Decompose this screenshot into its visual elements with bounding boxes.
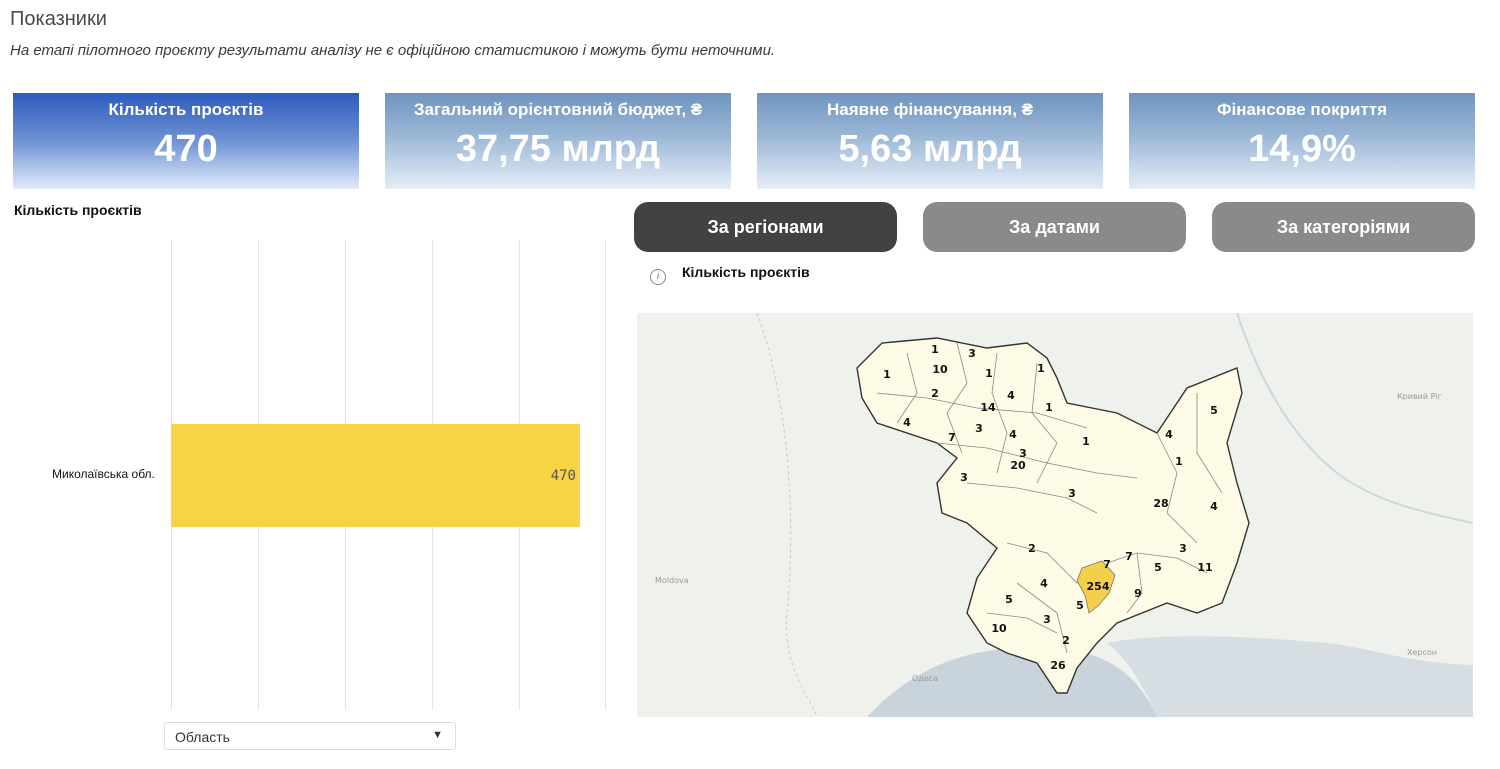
region-count: 1	[1037, 362, 1045, 375]
region-count: 7	[1125, 550, 1133, 563]
region-count: 26	[1050, 659, 1066, 672]
region-count: 9	[1134, 587, 1142, 600]
region-count: 5	[1154, 561, 1162, 574]
region-count: 14	[980, 401, 996, 414]
page-subtitle: На етапі пілотного проєкту результати ан…	[10, 42, 776, 59]
region-count: 11	[1197, 561, 1212, 574]
info-icon[interactable]: i	[650, 269, 666, 285]
region-count: 1	[1175, 455, 1183, 468]
region-count: 2	[931, 387, 939, 400]
region-count: 3	[975, 422, 983, 435]
border-line	[756, 313, 818, 717]
bar-category-label: Миколаївська обл.	[52, 467, 155, 481]
kpi-card-projects: Кількість проєктів 470	[13, 93, 359, 189]
region-count: 1	[931, 343, 939, 356]
region-count: 5	[1210, 404, 1218, 417]
kpi-label: Фінансове покриття	[1216, 100, 1388, 119]
kpi-value: 37,75 млрд	[455, 128, 661, 170]
region-count: 4	[1009, 428, 1017, 441]
region-count: 10	[932, 363, 948, 376]
river-line	[1236, 313, 1473, 524]
kpi-card-funding: Наявне фінансування, ₴ 5,63 млрд	[757, 93, 1103, 189]
region-count: 20	[1010, 459, 1026, 472]
chevron-down-icon: ▼	[432, 729, 443, 741]
page-title: Показники	[10, 8, 107, 30]
tab-by-dates[interactable]: За датами	[923, 202, 1186, 252]
region-count: 4	[1040, 577, 1048, 590]
region-count: 2	[1028, 542, 1036, 555]
place-label: Moldova	[655, 576, 689, 585]
kpi-value: 5,63 млрд	[838, 128, 1022, 170]
map-svg: Кривий Ріг Херсон Одеса Moldova 1 3 1 10…	[655, 313, 1473, 717]
bar-data-label: 470	[550, 468, 576, 484]
place-label: Одеса	[912, 674, 938, 683]
sea-shape	[867, 647, 1157, 717]
region-count: 1	[883, 368, 891, 381]
kpi-card-coverage: Фінансове покриття 14,9%	[1129, 93, 1475, 189]
region-count: 4	[1165, 428, 1173, 441]
kpi-label: Кількість проєктів	[108, 100, 264, 119]
choropleth-map[interactable]: Кривий Ріг Херсон Одеса Moldova 1 3 1 10…	[637, 313, 1473, 717]
region-count: 3	[1068, 487, 1076, 500]
bar-mykolaiv[interactable]: 470	[171, 424, 580, 527]
bar-chart-title: Кількість проєктів	[14, 202, 142, 218]
region-count: 1	[985, 367, 993, 380]
region-count: 10	[991, 622, 1007, 635]
region-count: 4	[1007, 389, 1015, 402]
dropdown-value: Область	[175, 729, 230, 745]
region-count: 4	[903, 416, 911, 429]
region-count: 28	[1153, 497, 1168, 510]
place-label: Херсон	[1407, 648, 1437, 657]
region-count: 3	[1179, 542, 1187, 555]
region-count: 2	[1062, 634, 1070, 647]
kpi-value: 470	[154, 128, 218, 170]
kpi-card-budget: Загальний орієнтовний бюджет, ₴ 37,75 мл…	[385, 93, 731, 189]
region-count: 7	[1103, 558, 1111, 571]
region-count: 5	[1076, 599, 1084, 612]
region-count: 7	[948, 431, 956, 444]
kpi-label: Наявне фінансування, ₴	[827, 100, 1033, 119]
region-count: 5	[1005, 593, 1013, 606]
tab-by-categories[interactable]: За категоріями	[1212, 202, 1475, 252]
region-count: 3	[1043, 613, 1051, 626]
region-count: 1	[1045, 401, 1053, 414]
region-count: 1	[1082, 435, 1090, 448]
region-count: 3	[960, 471, 968, 484]
region-count: 4	[1210, 500, 1218, 513]
place-label: Кривий Ріг	[1397, 392, 1442, 401]
map-title: Кількість проєктів	[682, 264, 810, 280]
gridline	[605, 240, 606, 710]
level-dropdown[interactable]: Область ▼	[164, 722, 456, 750]
tab-by-regions[interactable]: За регіонами	[634, 202, 897, 252]
kpi-value: 14,9%	[1248, 128, 1356, 170]
kpi-label: Загальний орієнтовний бюджет, ₴	[413, 100, 703, 119]
region-count: 254	[1087, 580, 1110, 593]
region-count: 3	[968, 347, 976, 360]
